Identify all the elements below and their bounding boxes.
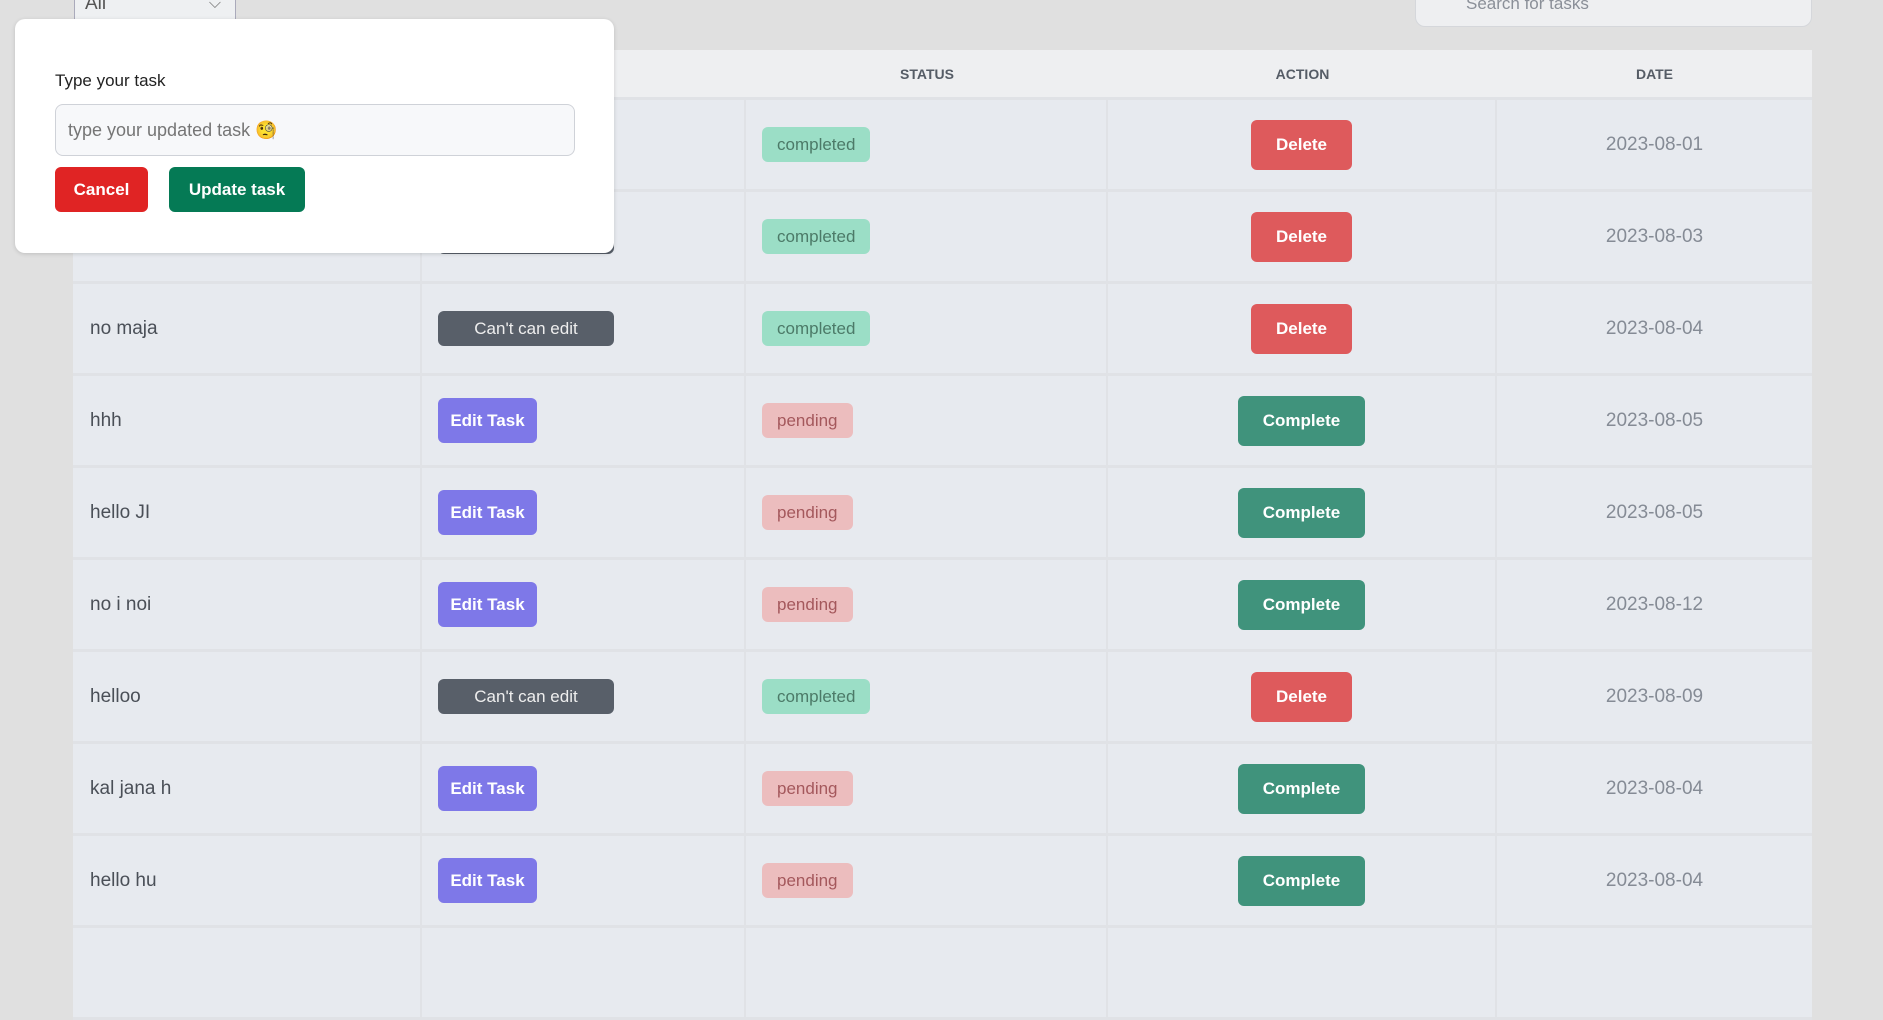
task-date: 2023-08-09	[1605, 685, 1704, 707]
task-name: hhh	[73, 376, 422, 465]
edit-cell: Can't can edit	[422, 652, 746, 741]
action-cell	[1108, 928, 1497, 1017]
task-name: no i noi	[73, 560, 422, 649]
task-input-label: Type your task	[55, 71, 166, 90]
status-badge: completed	[762, 219, 871, 254]
action-cell: Complete	[1108, 376, 1497, 465]
edit-cell: Can't can edit	[422, 284, 746, 373]
search-input[interactable]: Search for tasks	[1415, 0, 1812, 27]
edit-cell	[422, 928, 746, 1017]
edit-task-button[interactable]: Edit Task	[438, 490, 537, 535]
edit-task-button[interactable]: Edit Task	[438, 398, 537, 443]
status-badge: pending	[762, 587, 853, 622]
status-cell: completed	[746, 284, 1108, 373]
table-row: kal jana h Edit Task pending Complete 2023-0…	[73, 744, 1812, 836]
edit-task-button[interactable]: Edit Task	[438, 766, 537, 811]
table-row: no maja Can't can edit completed Delete 2023…	[73, 284, 1812, 376]
status-badge: completed	[762, 311, 871, 346]
update-task-button[interactable]: Update task	[169, 167, 305, 212]
status-cell: pending	[746, 376, 1108, 465]
status-badge: completed	[762, 679, 871, 714]
table-row: hello hu Edit Task pending Complete 2023-08-…	[73, 836, 1812, 928]
task-name: no maja	[73, 284, 422, 373]
task-date: 2023-08-05	[1605, 501, 1704, 523]
status-cell	[746, 928, 1108, 1017]
edit-task-modal: Type your task Cancel Update task	[15, 19, 614, 253]
table-row: helloo Can't can edit completed Delete 2023-…	[73, 652, 1812, 744]
chevron-down-icon: ⌵	[208, 0, 221, 12]
edit-task-button[interactable]: Edit Task	[438, 858, 537, 903]
status-badge: pending	[762, 863, 853, 898]
status-badge: completed	[762, 127, 871, 162]
task-date: 2023-08-01	[1605, 133, 1704, 155]
complete-button[interactable]: Complete	[1238, 395, 1365, 446]
action-cell: Delete	[1108, 100, 1497, 189]
complete-button[interactable]: Complete	[1238, 579, 1365, 630]
cancel-button[interactable]: Cancel	[55, 167, 148, 212]
status-cell: pending	[746, 468, 1108, 557]
delete-button[interactable]: Delete	[1251, 119, 1352, 170]
complete-button[interactable]: Complete	[1238, 487, 1365, 538]
edit-cell: Edit Task	[422, 744, 746, 833]
task-date: 2023-08-04	[1605, 777, 1704, 799]
header-action: ACTION	[1275, 65, 1330, 82]
task-date: 2023-08-04	[1605, 869, 1704, 891]
task-name	[73, 928, 422, 1017]
complete-button[interactable]: Complete	[1238, 763, 1365, 814]
task-date	[1497, 928, 1812, 1017]
edit-cell: Edit Task	[422, 376, 746, 465]
filter-value: All	[85, 0, 107, 14]
edit-cell: Edit Task	[422, 836, 746, 925]
status-cell: pending	[746, 836, 1108, 925]
action-cell: Delete	[1108, 192, 1497, 281]
task-date: 2023-08-12	[1605, 593, 1704, 615]
table-row: hello JI Edit Task pending Complete 2023-08-…	[73, 468, 1812, 560]
cant-edit-button[interactable]: Can't can edit	[438, 679, 614, 714]
task-date: 2023-08-05	[1605, 409, 1704, 431]
header-date: DATE	[1635, 65, 1674, 82]
task-name: kal jana h	[73, 744, 422, 833]
delete-button[interactable]: Delete	[1251, 303, 1352, 354]
updated-task-input[interactable]	[55, 104, 575, 156]
action-cell: Complete	[1108, 836, 1497, 925]
action-cell: Delete	[1108, 284, 1497, 373]
action-cell: Delete	[1108, 652, 1497, 741]
complete-button[interactable]: Complete	[1238, 855, 1365, 906]
action-cell: Complete	[1108, 560, 1497, 649]
status-cell: completed	[746, 100, 1108, 189]
status-cell: pending	[746, 560, 1108, 649]
status-cell: pending	[746, 744, 1108, 833]
search-placeholder: Search for tasks	[1466, 0, 1589, 13]
task-date: 2023-08-04	[1605, 317, 1704, 339]
action-cell: Complete	[1108, 744, 1497, 833]
task-name: helloo	[73, 652, 422, 741]
task-name: hello hu	[73, 836, 422, 925]
edit-cell: Edit Task	[422, 468, 746, 557]
status-badge: pending	[762, 771, 853, 806]
task-name: hello JI	[73, 468, 422, 557]
delete-button[interactable]: Delete	[1251, 211, 1352, 262]
status-badge: pending	[762, 403, 853, 438]
edit-cell: Edit Task	[422, 560, 746, 649]
action-cell: Complete	[1108, 468, 1497, 557]
status-cell: completed	[746, 652, 1108, 741]
cant-edit-button[interactable]: Can't can edit	[438, 311, 614, 346]
status-cell: completed	[746, 192, 1108, 281]
delete-button[interactable]: Delete	[1251, 671, 1352, 722]
edit-task-button[interactable]: Edit Task	[438, 582, 537, 627]
table-row: no i noi Edit Task pending Complete 2023-08-…	[73, 560, 1812, 652]
task-date: 2023-08-03	[1605, 225, 1704, 247]
header-status: STATUS	[900, 65, 954, 82]
table-row: hhh Edit Task pending Complete 2023-08-05	[73, 376, 1812, 468]
status-badge: pending	[762, 495, 853, 530]
